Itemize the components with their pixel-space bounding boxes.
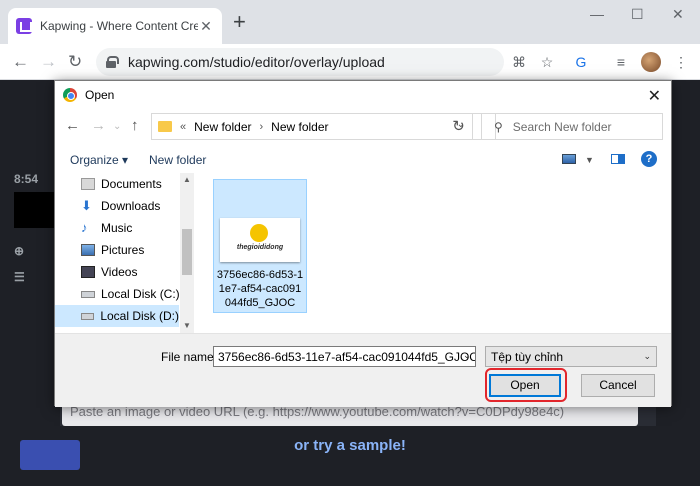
url-text: kapwing.com/studio/editor/overlay/upload (128, 54, 385, 70)
file-type-value: Tệp tùy chỉnh (491, 350, 564, 364)
disk-icon (81, 312, 95, 320)
kapwing-favicon-icon (16, 18, 32, 34)
chevron-right-icon: › (259, 120, 264, 133)
nav-item-label: Pictures (101, 243, 145, 257)
music-icon: ♪ (81, 220, 88, 235)
window-close-button[interactable]: ✕ (672, 6, 684, 23)
address-row: ← → ⌄ ↑ « New folder › New folder ⌄ ↻ ⚲ … (55, 111, 671, 141)
profile-avatar[interactable] (641, 52, 661, 72)
nav-item-label: Local Disk (C:) (101, 287, 180, 301)
breadcrumb-item[interactable]: New folder (194, 120, 251, 134)
list-icon[interactable]: ☰ (14, 270, 25, 284)
search-placeholder: Search New folder (512, 119, 612, 134)
new-tab-button[interactable]: + (233, 11, 246, 33)
command-bar: Organize ▾ New folder ▼ ? (55, 147, 671, 173)
nav-item-label: Videos (101, 265, 138, 279)
back-icon[interactable]: ← (65, 117, 80, 134)
file-name-field-label: File name: (161, 350, 218, 364)
browser-toolbar: ← → ↻ kapwing.com/studio/editor/overlay/… (0, 44, 700, 80)
scrollbar-thumb[interactable] (182, 229, 192, 275)
folder-icon (158, 121, 172, 132)
nav-item-label: Documents (101, 177, 162, 191)
open-file-dialog: Open ✕ ← → ⌄ ↑ « New folder › New folder… (54, 80, 672, 407)
file-list: thegioididong 3756ec86-6d53-11e7-af54-ca… (195, 173, 671, 333)
scroll-down-icon[interactable]: ▼ (180, 321, 194, 330)
documents-icon (81, 178, 95, 190)
browser-tab[interactable]: Kapwing - Where Content Creati ✕ (8, 8, 222, 44)
highlight-ring (485, 368, 567, 402)
lock-icon (106, 56, 119, 68)
file-name-dropdown-icon[interactable]: ⌄ (463, 350, 471, 361)
forward-icon[interactable]: → (91, 117, 106, 134)
breadcrumb-item[interactable]: New folder (271, 120, 328, 134)
google-translate-icon[interactable]: G (572, 54, 590, 70)
change-view-icon[interactable] (562, 154, 576, 164)
nav-item-downloads[interactable]: ⬇ Downloads (81, 195, 181, 217)
organize-button[interactable]: Organize ▾ (70, 153, 128, 167)
bookmark-star-icon[interactable]: ☆ (538, 54, 556, 70)
downloads-icon: ⬇ (81, 198, 92, 213)
cancel-button[interactable]: Cancel (581, 374, 655, 397)
file-name-label: 3756ec86-6d53-11e7-af54-cac091044fd5_GJO… (216, 269, 304, 309)
dialog-close-button[interactable]: ✕ (648, 86, 661, 106)
videos-icon (81, 266, 95, 278)
time-label: 8:54 (14, 172, 39, 186)
organize-label: Organize (70, 153, 119, 167)
dialog-title: Open (85, 88, 115, 102)
nav-item-local-disk-c[interactable]: Local Disk (C:) (81, 283, 181, 305)
address-bar[interactable]: kapwing.com/studio/editor/overlay/upload (96, 48, 504, 76)
view-dropdown-icon[interactable]: ▼ (585, 155, 594, 165)
nav-item-documents[interactable]: Documents (81, 173, 181, 195)
pictures-icon (81, 244, 95, 256)
nav-item-label: Local Disk (D:) (100, 309, 179, 323)
file-type-select[interactable]: Tệp tùy chỉnh ⌄ (485, 346, 657, 367)
chevron-down-icon: ⌄ (643, 351, 651, 361)
translate-icon[interactable]: ⌘ (510, 54, 528, 70)
new-folder-button[interactable]: New folder (149, 153, 206, 167)
up-folder-icon[interactable]: ↑ (131, 117, 139, 134)
file-thumbnail: thegioididong (220, 218, 300, 262)
tab-title: Kapwing - Where Content Creati (40, 19, 198, 33)
search-icon: ⚲ (494, 119, 503, 134)
nav-item-pictures[interactable]: Pictures (81, 239, 181, 261)
chrome-icon (63, 88, 77, 102)
media-queue-icon[interactable]: ≡ (612, 54, 630, 70)
forward-arrow-icon[interactable]: → (40, 52, 57, 72)
breadcrumb-overflow[interactable]: « (180, 121, 186, 133)
file-item[interactable]: thegioididong 3756ec86-6d53-11e7-af54-ca… (213, 179, 307, 313)
tab-close-icon[interactable]: ✕ (198, 18, 214, 35)
search-input[interactable]: ⚲ Search New folder (481, 113, 663, 140)
thegioididong-logo-icon (250, 224, 268, 242)
refresh-icon[interactable]: ↻ (445, 113, 473, 140)
add-icon[interactable]: ⊕ (14, 244, 24, 258)
dialog-footer: File name: 3756ec86-6d53-11e7-af54-cac09… (55, 333, 671, 407)
tab-strip: Kapwing - Where Content Creati ✕ + — ☐ ✕ (0, 0, 700, 44)
scroll-up-icon[interactable]: ▲ (180, 175, 194, 184)
dialog-title-bar: Open ✕ (55, 81, 671, 109)
preview-pane-icon[interactable] (611, 154, 625, 164)
minimize-button[interactable]: — (590, 6, 604, 22)
nav-item-videos[interactable]: Videos (81, 261, 181, 283)
nav-item-label: Downloads (101, 199, 161, 213)
disk-icon (81, 290, 95, 298)
recent-dropdown-icon[interactable]: ⌄ (113, 121, 121, 132)
nav-item-label: Music (101, 221, 133, 235)
thumbnail-logo-text: thegioididong (236, 244, 284, 251)
maximize-button[interactable]: ☐ (631, 6, 644, 23)
nav-item-local-disk-d[interactable]: Local Disk (D:) (55, 305, 179, 327)
try-sample-link[interactable]: or try a sample! (0, 437, 700, 454)
timeline-thumbnail (14, 192, 54, 228)
nav-scrollbar[interactable]: ▲ ▼ (180, 173, 194, 333)
reload-icon[interactable]: ↻ (68, 52, 82, 72)
file-name-input[interactable]: 3756ec86-6d53-11e7-af54-cac091044fd5_GJO… (213, 346, 476, 367)
menu-dots-icon[interactable]: ⋮ (672, 54, 690, 70)
back-arrow-icon[interactable]: ← (12, 52, 29, 72)
help-icon[interactable]: ? (641, 151, 657, 167)
nav-item-music[interactable]: ♪ Music (81, 217, 181, 239)
navigation-pane: Documents ⬇ Downloads ♪ Music Pictures V… (55, 173, 195, 333)
